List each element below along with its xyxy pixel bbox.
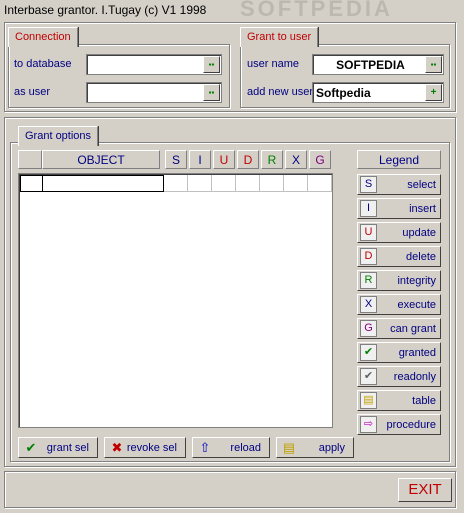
legend-label: insert bbox=[409, 203, 436, 215]
legend-label: can grant bbox=[390, 323, 436, 335]
grant-sel-button[interactable]: ✔ grant sel bbox=[18, 437, 98, 458]
legend-label: integrity bbox=[397, 275, 436, 287]
column-execute[interactable]: X bbox=[285, 150, 307, 169]
check-icon: ✔ bbox=[25, 440, 37, 455]
as-user-field[interactable]: ▪▪ bbox=[86, 82, 222, 103]
legend-title: Legend bbox=[378, 153, 420, 167]
column-label: X bbox=[291, 153, 300, 167]
legend-can-grant[interactable]: Gcan grant bbox=[357, 318, 441, 339]
grid-cell[interactable] bbox=[284, 175, 308, 192]
legend-integrity[interactable]: Rintegrity bbox=[357, 270, 441, 291]
reload-arrow-icon: ⇧ bbox=[199, 440, 211, 455]
legend-label: select bbox=[407, 179, 436, 191]
add-new-user-input[interactable]: Softpedia + bbox=[312, 82, 444, 103]
column-label: D bbox=[243, 153, 253, 167]
check-gray-icon: ✔ bbox=[360, 368, 377, 385]
column-integrity[interactable]: R bbox=[261, 150, 283, 169]
legend-letter-icon: U bbox=[360, 224, 377, 241]
to-database-label: to database bbox=[14, 58, 72, 70]
user-dropdown-icon[interactable]: ▪▪ bbox=[425, 56, 442, 73]
legend-letter-icon: X bbox=[360, 296, 377, 313]
column-label: S bbox=[171, 153, 180, 167]
grid-cell[interactable] bbox=[212, 175, 236, 192]
to-database-field[interactable]: ▪▪ bbox=[86, 54, 222, 75]
as-user-label: as user bbox=[14, 86, 51, 98]
connection-title: Connection bbox=[8, 27, 78, 47]
revoke-sel-button[interactable]: ✖ revoke sel bbox=[104, 437, 186, 458]
legend-letter-icon: S bbox=[360, 176, 377, 193]
legend-header: Legend bbox=[357, 150, 441, 169]
browse-user-icon[interactable]: ▪▪ bbox=[203, 84, 220, 101]
objects-grid[interactable] bbox=[18, 173, 333, 428]
user-name-select[interactable]: SOFTPEDIA ▪▪ bbox=[312, 54, 444, 75]
grid-cell[interactable] bbox=[236, 175, 260, 192]
exit-label: EXIT bbox=[408, 481, 442, 498]
column-can-grant[interactable]: G bbox=[309, 150, 331, 169]
exit-button[interactable]: EXIT bbox=[398, 478, 452, 502]
column-update[interactable]: U bbox=[213, 150, 235, 169]
window-title: Interbase grantor. I.Tugay (c) V1 1998 bbox=[4, 3, 207, 17]
apply-label: apply bbox=[318, 442, 345, 454]
grid-cell[interactable] bbox=[260, 175, 284, 192]
user-name-value: SOFTPEDIA bbox=[336, 58, 405, 72]
legend-label: table bbox=[412, 395, 436, 407]
legend-label: delete bbox=[406, 251, 436, 263]
reload-button[interactable]: ⇧ reload bbox=[192, 437, 270, 458]
legend-letter-icon: G bbox=[360, 320, 377, 337]
grid-cell[interactable] bbox=[188, 175, 212, 192]
watermark: SOFTPEDIA bbox=[240, 0, 393, 21]
grid-cell[interactable] bbox=[308, 175, 332, 192]
legend-update[interactable]: Uupdate bbox=[357, 222, 441, 243]
bottom-panel bbox=[4, 471, 456, 508]
legend-execute[interactable]: Xexecute bbox=[357, 294, 441, 315]
reload-label: reload bbox=[230, 442, 261, 454]
title-bar: Interbase grantor. I.Tugay (c) V1 1998 S… bbox=[0, 0, 464, 21]
column-label: I bbox=[198, 153, 202, 167]
column-object-label: OBJECT bbox=[77, 153, 125, 167]
grid-cell[interactable] bbox=[164, 175, 188, 192]
legend-table[interactable]: ▤ table bbox=[357, 390, 441, 411]
column-insert[interactable]: I bbox=[189, 150, 211, 169]
legend-letter-icon: R bbox=[360, 272, 377, 289]
add-new-user-label: add new user bbox=[247, 86, 314, 98]
legend-select[interactable]: Sselect bbox=[357, 174, 441, 195]
legend-letter-icon: I bbox=[360, 200, 377, 217]
apply-icon: ▤ bbox=[282, 440, 296, 455]
apply-button[interactable]: ▤ apply bbox=[276, 437, 354, 458]
legend-readonly[interactable]: ✔ readonly bbox=[357, 366, 441, 387]
legend-insert[interactable]: Iinsert bbox=[357, 198, 441, 219]
add-user-icon[interactable]: + bbox=[425, 84, 442, 101]
browse-database-icon[interactable]: ▪▪ bbox=[203, 56, 220, 73]
add-new-user-value: Softpedia bbox=[316, 86, 371, 100]
procedure-arrow-icon: ⇨ bbox=[360, 416, 377, 433]
grant-to-user-title: Grant to user bbox=[240, 27, 319, 47]
grant-sel-label: grant sel bbox=[46, 442, 89, 454]
check-green-icon: ✔ bbox=[360, 344, 377, 361]
legend-letter-icon: D bbox=[360, 248, 377, 265]
legend-granted[interactable]: ✔ granted bbox=[357, 342, 441, 363]
column-delete[interactable]: D bbox=[237, 150, 259, 169]
user-name-label: user name bbox=[247, 58, 299, 70]
revoke-sel-label: revoke sel bbox=[126, 442, 177, 454]
revoke-icon: ✖ bbox=[111, 440, 123, 455]
legend-label: update bbox=[402, 227, 436, 239]
column-label: U bbox=[219, 153, 229, 167]
legend-label: execute bbox=[397, 299, 436, 311]
grid-cell-object[interactable] bbox=[43, 175, 164, 192]
legend-label: granted bbox=[398, 347, 436, 359]
grid-row-indicator bbox=[20, 175, 43, 192]
legend-label: readonly bbox=[393, 371, 436, 383]
grant-options-title: Grant options bbox=[18, 126, 99, 146]
table-icon: ▤ bbox=[360, 392, 377, 409]
legend-procedure[interactable]: ⇨ procedure bbox=[357, 414, 441, 435]
legend-delete[interactable]: Ddelete bbox=[357, 246, 441, 267]
column-label: R bbox=[267, 153, 277, 167]
column-label: G bbox=[315, 153, 325, 167]
header-corner bbox=[18, 150, 42, 169]
column-object[interactable]: OBJECT bbox=[42, 150, 160, 169]
column-select[interactable]: S bbox=[165, 150, 187, 169]
legend-label: procedure bbox=[386, 419, 436, 431]
